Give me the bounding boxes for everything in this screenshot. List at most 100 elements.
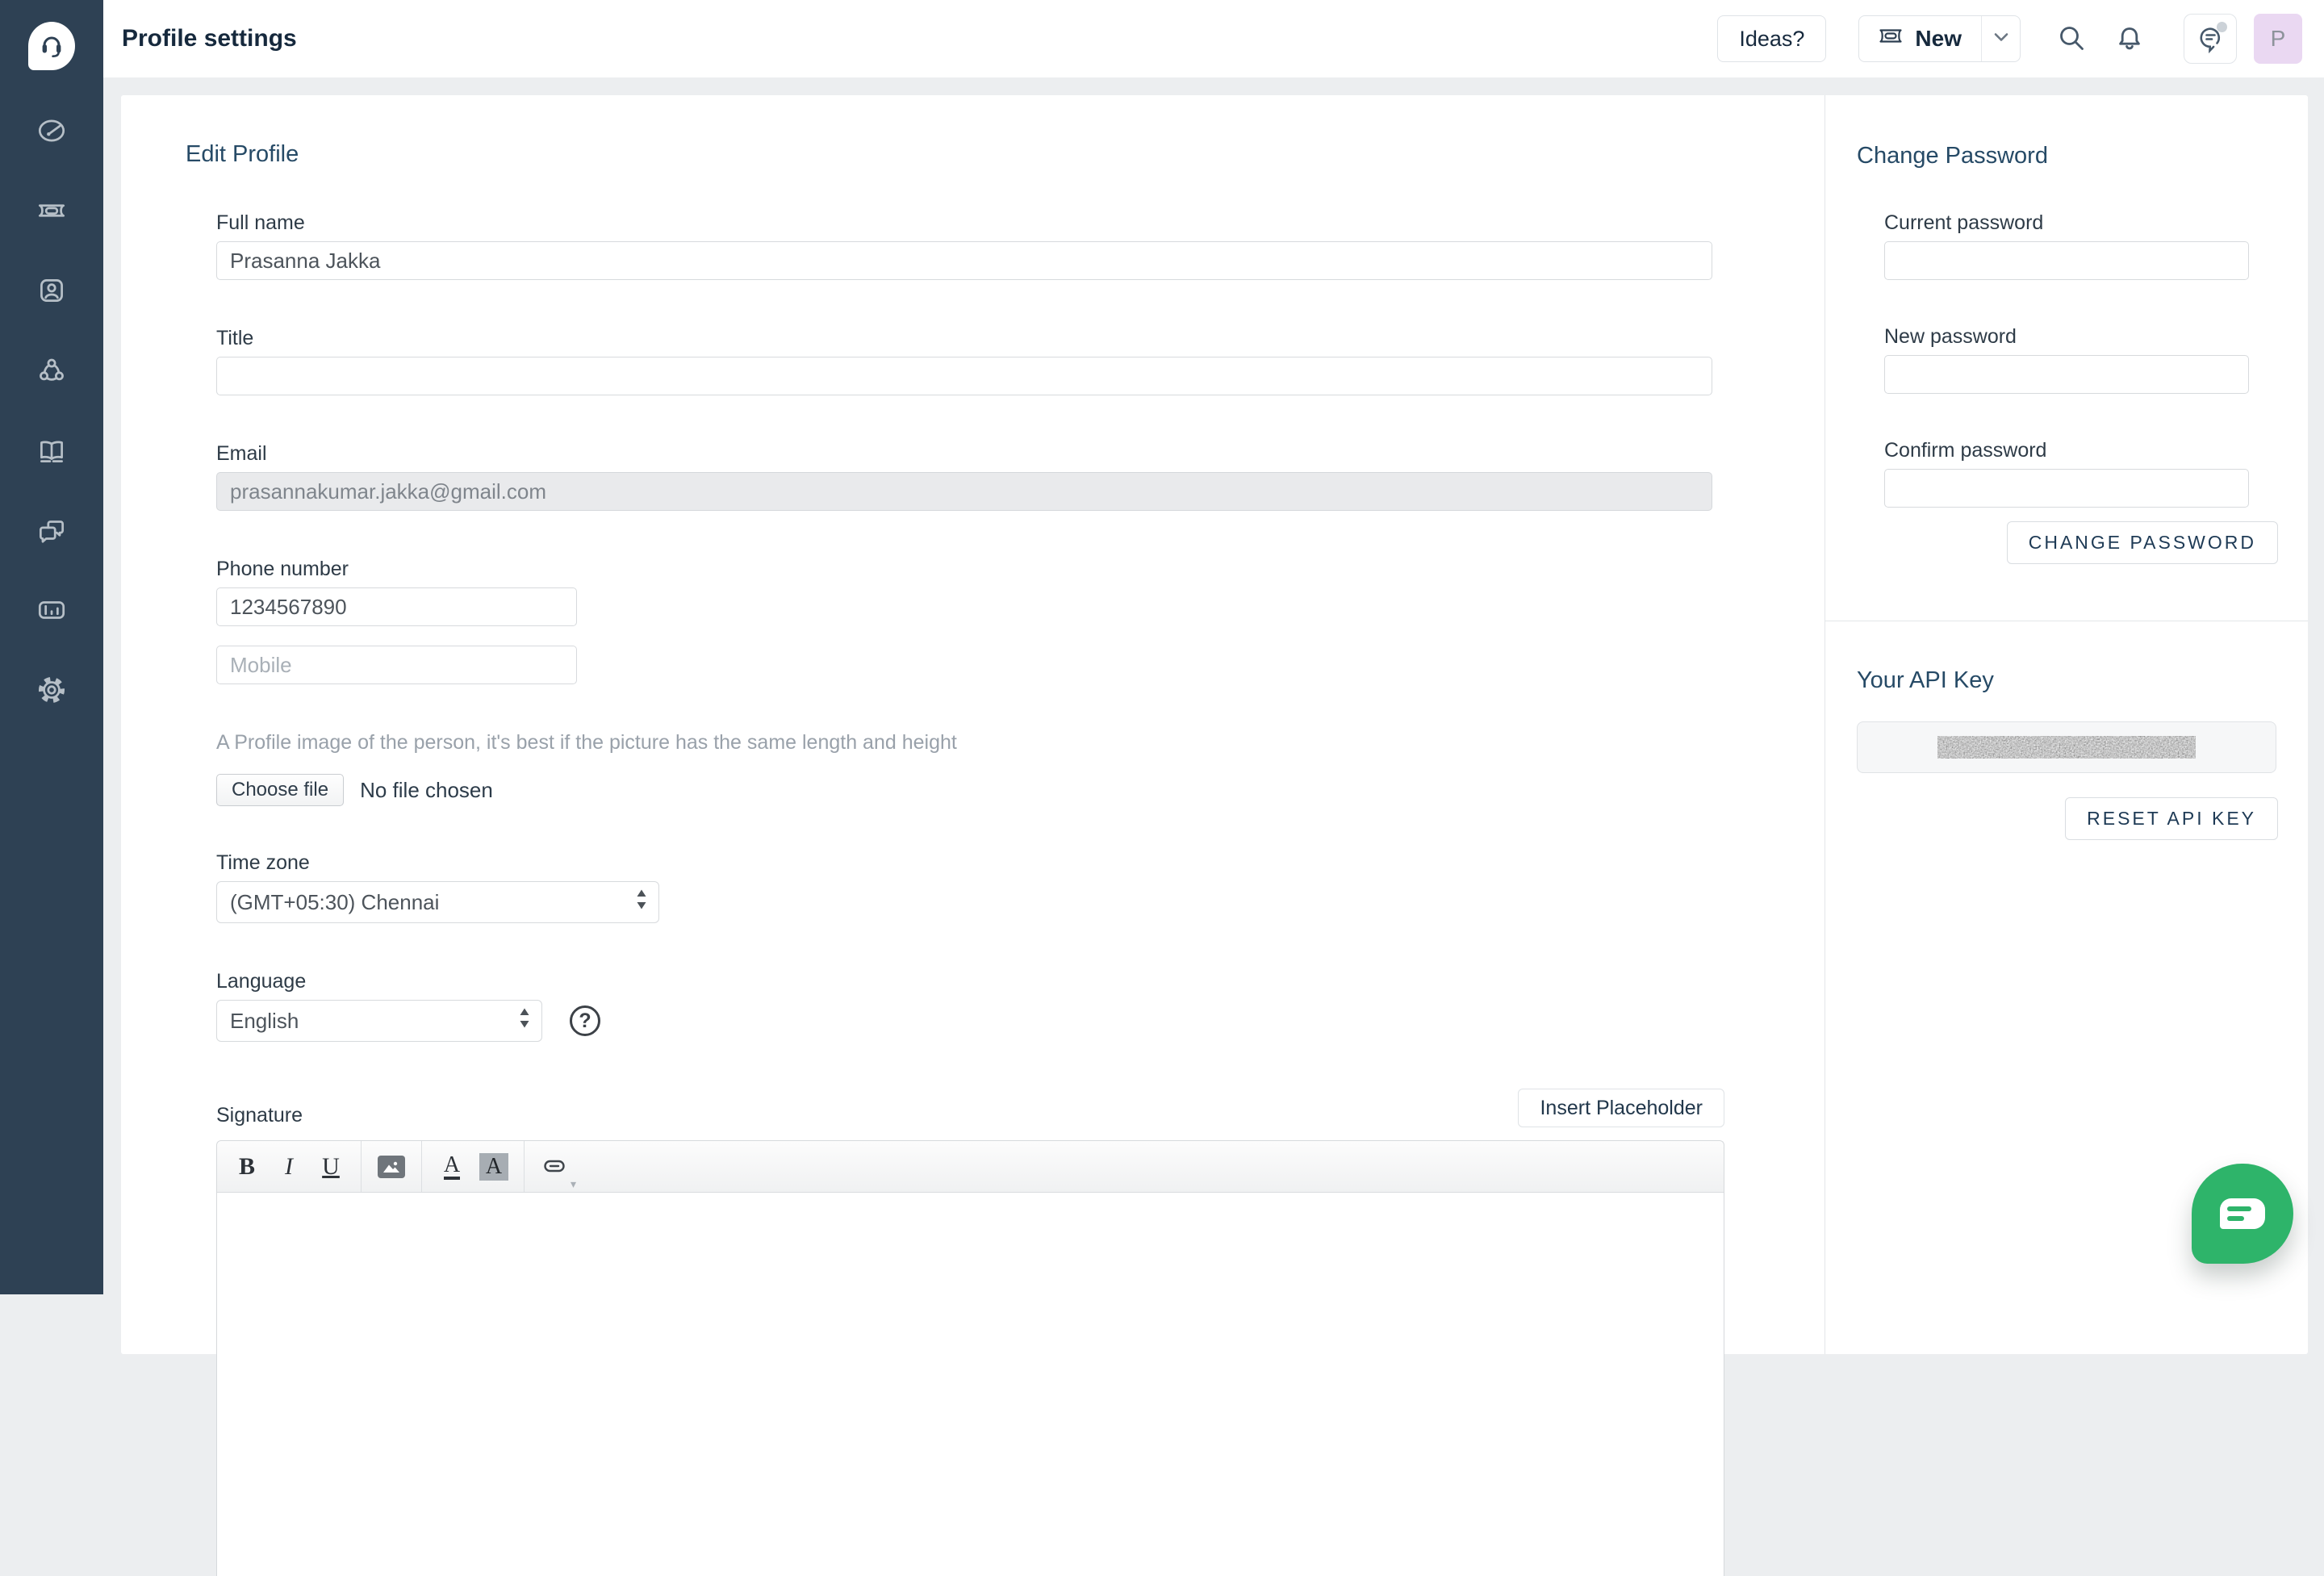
headset-logo-icon (36, 28, 68, 65)
choose-file-button[interactable]: Choose file (216, 774, 344, 806)
ticket-icon (1879, 26, 1903, 52)
chat-bubble-icon (2220, 1198, 2265, 1229)
sidebar (0, 0, 103, 1294)
select-stepper-icon (636, 889, 647, 916)
profile-card: Edit Profile Full name Title Email Phone… (121, 95, 2308, 1354)
toolbar-group-color: A A (422, 1141, 525, 1192)
full-name-label: Full name (216, 211, 1825, 235)
font-color-icon: A (444, 1154, 460, 1180)
confirm-password-input[interactable] (1884, 469, 2249, 508)
avatar-initial: P (2271, 26, 2286, 52)
profile-image-help-text: A Profile image of the person, it's best… (216, 731, 1825, 755)
select-stepper-icon (519, 1008, 530, 1035)
new-ticket-button[interactable]: New (1859, 16, 1981, 61)
language-value: English (230, 1009, 299, 1034)
language-row: Language English ? (216, 970, 1825, 1042)
font-color-button[interactable]: A (435, 1150, 469, 1184)
change-password-form: Current password New password Confirm pa… (1884, 211, 2278, 508)
sidebar-item-chats[interactable] (35, 513, 69, 547)
phone-row: Phone number (216, 558, 1825, 684)
edit-profile-form: Full name Title Email Phone number A Pro (216, 211, 1825, 1576)
current-password-input[interactable] (1884, 241, 2249, 280)
bar-chart-icon (35, 593, 69, 627)
search-button[interactable] (2050, 17, 2093, 61)
language-label: Language (216, 970, 1825, 993)
email-input (216, 472, 1712, 511)
mobile-input[interactable] (216, 646, 577, 684)
phone-input[interactable] (216, 587, 577, 626)
new-button-label: New (1915, 26, 1962, 52)
chat-bubbles-icon (35, 513, 69, 547)
reset-api-key-button[interactable]: RESET API KEY (2065, 797, 2278, 840)
sidebar-item-dashboard[interactable] (35, 114, 69, 148)
redacted-api-key (1937, 736, 2196, 759)
toolbar-group-link: ▾ (525, 1141, 584, 1192)
notifications-button[interactable] (2108, 17, 2151, 61)
signature-label: Signature (216, 1104, 303, 1127)
sidebar-item-tickets[interactable] (35, 194, 69, 228)
time-zone-value: (GMT+05:30) Chennai (230, 890, 439, 915)
link-caret-icon: ▾ (571, 1178, 576, 1192)
change-password-heading: Change Password (1857, 142, 2278, 169)
bg-color-icon: A (479, 1153, 508, 1181)
ideas-button[interactable]: Ideas? (1717, 15, 1826, 62)
title-row: Title (216, 327, 1825, 395)
search-icon (2055, 22, 2088, 56)
bold-button[interactable]: B (230, 1150, 264, 1184)
sidebar-item-reports[interactable] (35, 593, 69, 627)
phone-label: Phone number (216, 558, 1825, 581)
notification-dot (2217, 22, 2227, 32)
email-label: Email (216, 442, 1825, 466)
contact-card-icon (35, 274, 69, 307)
content-area: Edit Profile Full name Title Email Phone… (103, 77, 2324, 1294)
full-name-row: Full name (216, 211, 1825, 280)
toolbar-group-text-style: B I U (217, 1141, 362, 1192)
language-help-icon[interactable]: ? (570, 1005, 600, 1036)
confirm-password-row: Confirm password (1884, 439, 2278, 508)
live-chat-widget-button[interactable] (2192, 1164, 2293, 1264)
file-chosen-status: No file chosen (360, 778, 493, 803)
page-title: Profile settings (122, 25, 297, 52)
italic-button[interactable]: I (272, 1150, 306, 1184)
signature-editor: B I U (216, 1140, 1724, 1576)
feedback-chat-button[interactable] (2184, 14, 2237, 64)
full-name-input[interactable] (216, 241, 1712, 280)
bg-color-button[interactable]: A (477, 1150, 511, 1184)
dashboard-gauge-icon (35, 114, 69, 148)
underline-button[interactable]: U (314, 1150, 348, 1184)
new-password-label: New password (1884, 325, 2278, 349)
email-row: Email (216, 442, 1825, 511)
insert-link-button[interactable]: ▾ (537, 1150, 571, 1184)
team-network-icon (35, 353, 69, 387)
user-avatar[interactable]: P (2254, 14, 2302, 64)
title-input[interactable] (216, 357, 1712, 395)
new-ticket-dropdown[interactable] (1981, 16, 2020, 61)
sidebar-item-knowledge-base[interactable] (35, 433, 69, 467)
language-select[interactable]: English (216, 1000, 542, 1042)
chevron-down-icon (1993, 31, 2009, 46)
api-key-field (1857, 721, 2276, 773)
insert-placeholder-button[interactable]: Insert Placeholder (1518, 1089, 1724, 1127)
sidebar-item-settings[interactable] (35, 673, 69, 707)
api-key-heading: Your API Key (1857, 667, 2278, 694)
sidebar-item-contacts[interactable] (35, 274, 69, 307)
new-password-input[interactable] (1884, 355, 2249, 394)
ticket-icon (35, 194, 69, 228)
profile-image-row: Choose file No file chosen (216, 774, 1825, 806)
new-ticket-split-button: New (1858, 15, 2021, 62)
app-logo[interactable] (28, 22, 75, 70)
toolbar-group-image (362, 1141, 422, 1192)
title-label: Title (216, 327, 1825, 350)
confirm-password-label: Confirm password (1884, 439, 2278, 462)
current-password-row: Current password (1884, 211, 2278, 280)
bell-icon (2113, 22, 2146, 56)
insert-image-button[interactable] (374, 1150, 408, 1184)
link-icon (544, 1153, 565, 1181)
change-password-button[interactable]: CHANGE PASSWORD (2007, 521, 2278, 564)
time-zone-select[interactable]: (GMT+05:30) Chennai (216, 881, 659, 923)
signature-text-area[interactable] (217, 1193, 1724, 1575)
sidebar-item-teams[interactable] (35, 353, 69, 387)
topbar: Profile settings Ideas? New (103, 0, 2324, 77)
new-password-row: New password (1884, 325, 2278, 394)
time-zone-label: Time zone (216, 851, 1825, 875)
